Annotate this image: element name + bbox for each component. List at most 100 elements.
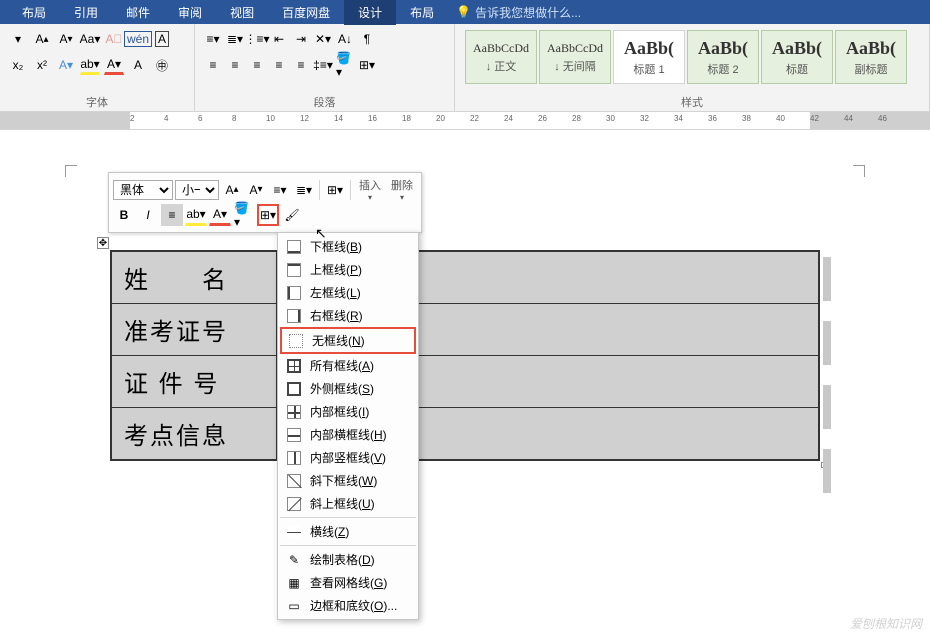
clear-formatting-button[interactable]: А⃠ [104,29,124,49]
table-cell-id-number[interactable]: 证 件 号 [112,356,277,408]
menu-label: 斜上框线(U) [310,495,375,512]
tab-layout2[interactable]: 布局 [396,0,448,25]
tab-mail[interactable]: 邮件 [112,0,164,25]
mini-insert-button[interactable]: 插入▾ [355,177,385,202]
borders-button[interactable]: ⊞▾ [357,55,377,75]
numbering-button[interactable]: ≣▾ [225,29,245,49]
ribbon-tabs: 布局 引用 邮件 审阅 视图 百度网盘 设计 布局 💡 告诉我您想做什么... [0,0,930,24]
menu-item-right-border[interactable]: 右框线(R) [280,304,416,327]
superscript-button[interactable]: x² [32,55,52,75]
font-size-dropdown[interactable]: ▾ [8,29,28,49]
menu-item-diagonal-up[interactable]: 斜上框线(U) [280,492,416,515]
distribute-button[interactable]: ≡ [291,55,311,75]
menu-label: 查看网格线(G) [310,574,387,591]
menu-item-view-gridlines[interactable]: ▦查看网格线(G) [280,571,416,594]
mini-delete-button[interactable]: 删除▾ [387,177,417,202]
paragraph-group-label: 段落 [195,94,454,110]
styles-group-label: 样式 [455,94,929,110]
mini-highlight-button[interactable]: ab▾ [185,204,207,226]
decrease-indent-button[interactable]: ⇤ [269,29,289,49]
style-item[interactable]: AaBb(标题 1 [613,30,685,84]
menu-item-all-borders[interactable]: 所有框线(A) [280,354,416,377]
page-corner-top-right [853,165,865,177]
asian-layout-button[interactable]: ✕▾ [313,29,333,49]
row-marker [823,321,831,365]
style-item[interactable]: AaBb(副标题 [835,30,907,84]
character-border-button[interactable]: A [152,29,172,49]
show-marks-button[interactable]: ¶ [357,29,377,49]
change-case-button[interactable]: Aa▾ [80,29,100,49]
style-item[interactable]: AaBbCcDd↓ 正文 [465,30,537,84]
mini-borders-button[interactable]: ⊞▾ [257,204,279,226]
shading-button[interactable]: 🪣▾ [335,55,355,75]
table-move-handle[interactable]: ✥ [97,237,109,249]
line-spacing-button[interactable]: ‡≡▾ [313,55,333,75]
subscript-button[interactable]: x₂ [8,55,28,75]
menu-item-top-border[interactable]: 上框线(P) [280,258,416,281]
mini-font-name-select[interactable]: 黑体 [113,180,173,200]
mini-bold-button[interactable]: B [113,204,135,226]
menu-item-inside-vertical[interactable]: 内部竖框线(V) [280,446,416,469]
styles-group: AaBbCcDd↓ 正文AaBbCcDd↓ 无间隔AaBb(标题 1AaBb(标… [455,24,930,112]
mini-font-size-select[interactable]: 小一 [175,180,219,200]
mini-bullets-button[interactable]: ≡▾ [269,179,291,201]
mini-format-painter-button[interactable]: 🖌 [281,204,303,226]
style-item[interactable]: AaBb(标题 [761,30,833,84]
font-color-button[interactable]: A▾ [104,55,124,75]
menu-item-no-border[interactable]: 无框线(N) [280,327,416,354]
table-cell-name[interactable]: 姓 名 [112,252,277,304]
tab-review[interactable]: 审阅 [164,0,216,25]
style-item[interactable]: AaBb(标题 2 [687,30,759,84]
mini-numbering-button[interactable]: ≣▾ [293,179,315,201]
menu-label: 内部竖框线(V) [310,449,386,466]
bullets-button[interactable]: ≡▾ [203,29,223,49]
tell-me-search[interactable]: 💡 告诉我您想做什么... [456,4,581,21]
enclose-chars-button[interactable]: ㊥ [152,55,172,75]
menu-label: 斜下框线(W) [310,472,377,489]
menu-item-diagonal-down[interactable]: 斜下框线(W) [280,469,416,492]
sort-button[interactable]: A↓ [335,29,355,49]
phonetic-guide-button[interactable]: wén [128,29,148,49]
increase-indent-button[interactable]: ⇥ [291,29,311,49]
mini-shrink-font-button[interactable]: A▾ [245,179,267,201]
row-marker [823,449,831,493]
menu-item-inside-horizontal[interactable]: 内部横框线(H) [280,423,416,446]
mini-grow-font-button[interactable]: A▴ [221,179,243,201]
menu-item-horizontal-line[interactable]: 横线(Z) [280,520,416,543]
menu-item-left-border[interactable]: 左框线(L) [280,281,416,304]
shrink-font-button[interactable]: A▾ [56,29,76,49]
data-table[interactable]: 姓 名 准考证号 证 件 号 考点信息 [111,251,819,460]
table-cell-exam-number[interactable]: 准考证号 [112,304,277,356]
menu-item-bottom-border[interactable]: 下框线(B) [280,235,416,258]
justify-button[interactable]: ≡ [269,55,289,75]
text-effects-button[interactable]: A▾ [56,55,76,75]
align-left-button[interactable]: ≡ [203,55,223,75]
highlight-button[interactable]: ab▾ [80,55,100,75]
grow-font-button[interactable]: A▴ [32,29,52,49]
menu-label: 横线(Z) [310,523,349,540]
mini-table-button[interactable]: ⊞▾ [324,179,346,201]
mini-italic-button[interactable]: I [137,204,159,226]
menu-item-borders-shading[interactable]: ▭边框和底纹(O)... [280,594,416,617]
tab-view[interactable]: 视图 [216,0,268,25]
tab-design[interactable]: 设计 [344,0,396,25]
table-cell-exam-site[interactable]: 考点信息 [112,408,277,460]
mini-align-button[interactable]: ≡ [161,204,183,226]
multilevel-list-button[interactable]: ⋮≡▾ [247,29,267,49]
menu-item-outside-borders[interactable]: 外侧框线(S) [280,377,416,400]
align-right-button[interactable]: ≡ [247,55,267,75]
tab-layout1[interactable]: 布局 [8,0,60,25]
align-center-button[interactable]: ≡ [225,55,245,75]
style-item[interactable]: AaBbCcDd↓ 无间隔 [539,30,611,84]
cursor-icon: ↖ [315,225,327,242]
character-shading-button[interactable]: A [128,55,148,75]
tab-reference[interactable]: 引用 [60,0,112,25]
mini-font-color-button[interactable]: A▾ [209,204,231,226]
tab-baidu[interactable]: 百度网盘 [268,0,344,25]
menu-item-inside-borders[interactable]: 内部框线(I) [280,400,416,423]
menu-label: 外侧框线(S) [310,380,374,397]
menu-label: 上框线(P) [310,261,362,278]
menu-item-draw-table[interactable]: ✎绘制表格(D) [280,548,416,571]
mini-fill-button[interactable]: 🪣▾ [233,204,255,226]
horizontal-ruler[interactable]: 2468101214161820222426283032343638404244… [0,112,930,130]
